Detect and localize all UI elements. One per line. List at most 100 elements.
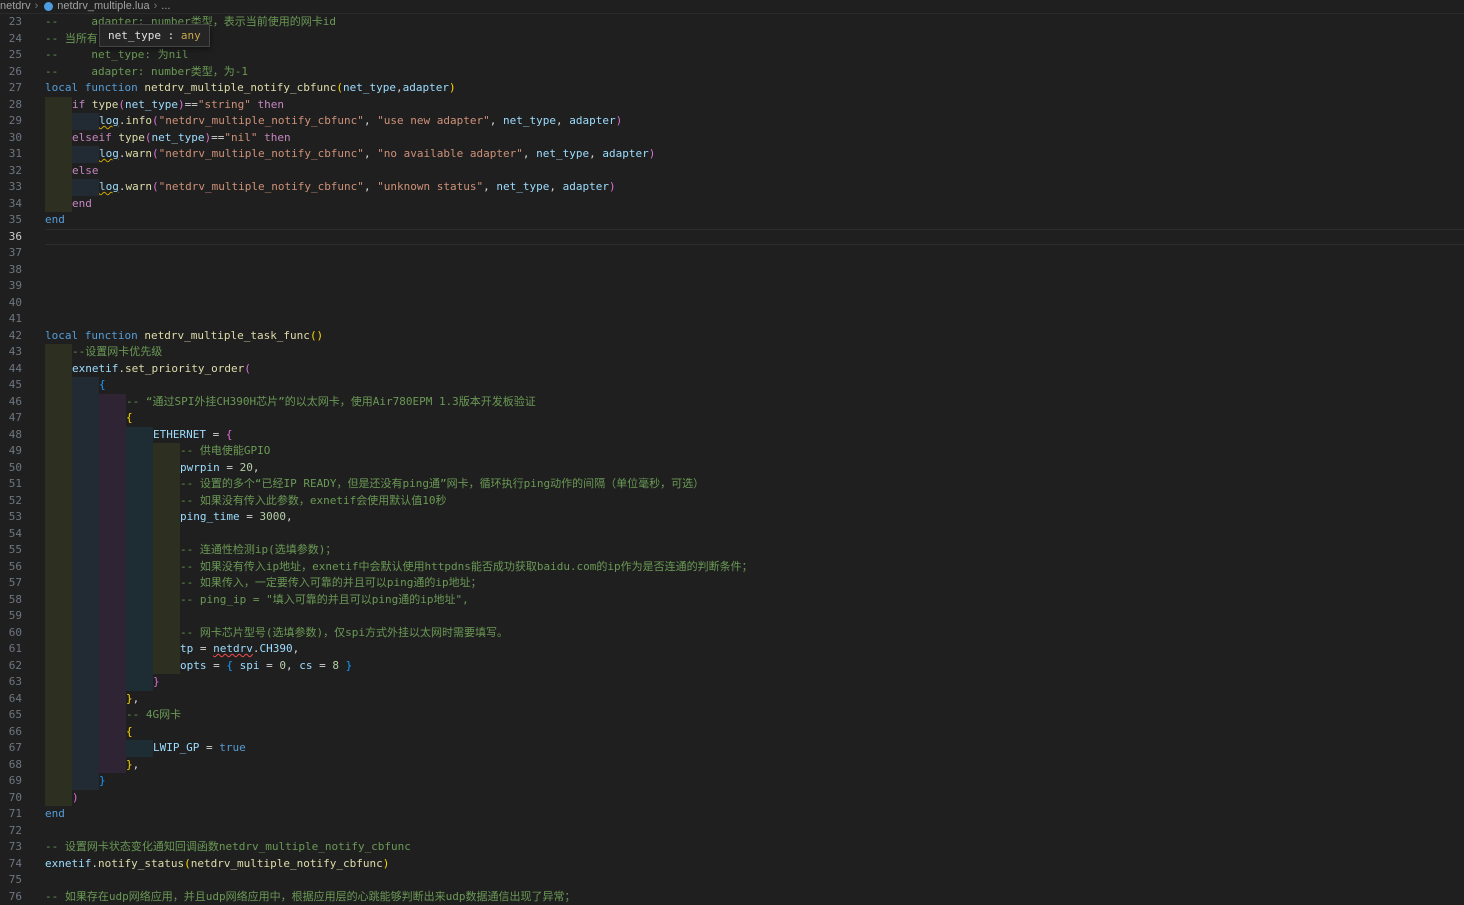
code-line[interactable]: 62opts = { spi = 0, cs = 8 }: [0, 658, 1464, 675]
indent-guide: [45, 575, 72, 592]
line-number: 70: [0, 790, 22, 807]
code-token: .: [119, 114, 126, 127]
indent-guide: [126, 658, 153, 675]
line-number: 57: [0, 575, 22, 592]
code-line[interactable]: 25-- net_type: 为nil: [0, 47, 1464, 64]
code-line[interactable]: 64},: [0, 691, 1464, 708]
code-token: -- 当所有: [45, 32, 98, 45]
code-line[interactable]: 46-- “通过SPI外挂CH390H芯片”的以太网卡，使用Air780EPM …: [0, 394, 1464, 411]
code-line[interactable]: 44exnetif.set_priority_order(: [0, 361, 1464, 378]
indent-guide: [99, 658, 126, 675]
code-text: ping_time = 3000,: [180, 509, 293, 526]
line-number: 48: [0, 427, 22, 444]
indent-guide: [72, 427, 99, 444]
indent-guide: [72, 575, 99, 592]
code-text: -- 当所有: [45, 31, 98, 48]
line-number: 41: [0, 311, 22, 328]
code-line[interactable]: 55-- 连通性检测ip(选填参数)；: [0, 542, 1464, 559]
indent-guide: [45, 691, 72, 708]
code-line[interactable]: 60-- 网卡芯片型号(选填参数)，仅spi方式外挂以太网时需要填写。: [0, 625, 1464, 642]
code-line[interactable]: 24 -- 当所有: [0, 31, 1464, 48]
code-line[interactable]: 48ETHERNET = {: [0, 427, 1464, 444]
code-line[interactable]: 50pwrpin = 20,: [0, 460, 1464, 477]
code-line[interactable]: 53ping_time = 3000,: [0, 509, 1464, 526]
code-line[interactable]: 54: [0, 526, 1464, 543]
code-line[interactable]: 38: [0, 262, 1464, 279]
code-line[interactable]: 31log.warn("netdrv_multiple_notify_cbfun…: [0, 146, 1464, 163]
line-number: 44: [0, 361, 22, 378]
indent-guide: [99, 707, 126, 724]
breadcrumb-folder[interactable]: netdrv: [0, 0, 31, 12]
code-token: -- ping_ip = "填入可靠的并且可以ping通的ip地址",: [180, 593, 469, 606]
indent-guide: [99, 724, 126, 741]
code-line[interactable]: 32else: [0, 163, 1464, 180]
code-line[interactable]: 56-- 如果没有传入ip地址，exnetif中会默认使用httpdns能否成功…: [0, 559, 1464, 576]
code-line[interactable]: 37: [0, 245, 1464, 262]
code-line[interactable]: 63}: [0, 674, 1464, 691]
code-line[interactable]: 30elseif type(net_type)=="nil" then: [0, 130, 1464, 147]
code-line[interactable]: 66{: [0, 724, 1464, 741]
indent-guide: [72, 641, 99, 658]
code-token: end: [45, 807, 65, 820]
code-line[interactable]: 74exnetif.notify_status(netdrv_multiple_…: [0, 856, 1464, 873]
indent-guide: [45, 757, 72, 774]
code-line[interactable]: 58-- ping_ip = "填入可靠的并且可以ping通的ip地址",: [0, 592, 1464, 609]
code-line[interactable]: 34end: [0, 196, 1464, 213]
indent-guide: [45, 707, 72, 724]
indent-guide: [126, 542, 153, 559]
breadcrumb-more[interactable]: ...: [161, 0, 170, 12]
line-number: 35: [0, 212, 22, 229]
line-number: 23: [0, 14, 22, 31]
code-line[interactable]: 73-- 设置网卡状态变化通知回调函数netdrv_multiple_notif…: [0, 839, 1464, 856]
code-line[interactable]: 67LWIP_GP = true: [0, 740, 1464, 757]
code-line[interactable]: 69}: [0, 773, 1464, 790]
code-token: {: [226, 428, 233, 441]
code-line[interactable]: 27local function netdrv_multiple_notify_…: [0, 80, 1464, 97]
indent-guide: [72, 476, 99, 493]
code-token: ): [449, 81, 456, 94]
code-line[interactable]: 59: [0, 608, 1464, 625]
code-line[interactable]: 42local function netdrv_multiple_task_fu…: [0, 328, 1464, 345]
code-line[interactable]: 70): [0, 790, 1464, 807]
code-line[interactable]: 71end: [0, 806, 1464, 823]
breadcrumb-file[interactable]: netdrv_multiple.lua: [57, 0, 149, 12]
code-line[interactable]: 68},: [0, 757, 1464, 774]
code-line[interactable]: 61tp = netdrv.CH390,: [0, 641, 1464, 658]
indent-guide: [72, 443, 99, 460]
code-line[interactable]: 47{: [0, 410, 1464, 427]
code-line[interactable]: 43--设置网卡优先级: [0, 344, 1464, 361]
code-token: ,: [589, 147, 602, 160]
indent-guide: [126, 592, 153, 609]
code-line[interactable]: 40: [0, 295, 1464, 312]
code-line[interactable]: 65-- 4G网卡: [0, 707, 1464, 724]
line-number: 29: [0, 113, 22, 130]
code-line[interactable]: 76-- 如果存在udp网络应用，并且udp网络应用中，根据应用层的心跳能够判断…: [0, 889, 1464, 905]
line-number: 47: [0, 410, 22, 427]
code-text: if type(net_type)=="string" then: [72, 97, 284, 114]
code-line[interactable]: 51-- 设置的多个“已经IP READY，但是还没有ping通”网卡，循环执行…: [0, 476, 1464, 493]
code-token: .: [119, 147, 126, 160]
code-line[interactable]: 26-- adapter: number类型，为-1: [0, 64, 1464, 81]
code-line[interactable]: 29log.info("netdrv_multiple_notify_cbfun…: [0, 113, 1464, 130]
code-line[interactable]: 28if type(net_type)=="string" then: [0, 97, 1464, 114]
line-number: 24: [0, 31, 22, 48]
code-line[interactable]: 75: [0, 872, 1464, 889]
code-token: (): [310, 329, 323, 342]
code-line[interactable]: 45{: [0, 377, 1464, 394]
code-line[interactable]: 57-- 如果传入，一定要传入可靠的并且可以ping通的ip地址；: [0, 575, 1464, 592]
code-line[interactable]: 39: [0, 278, 1464, 295]
code-text: -- 设置网卡状态变化通知回调函数netdrv_multiple_notify_…: [45, 839, 411, 856]
code-line[interactable]: 49-- 供电使能GPIO: [0, 443, 1464, 460]
code-line[interactable]: 36: [0, 229, 1464, 246]
indent-guide: [153, 509, 180, 526]
code-line[interactable]: 72: [0, 823, 1464, 840]
code-line[interactable]: 23-- adapter: number类型，表示当前使用的网卡id: [0, 14, 1464, 31]
code-line[interactable]: 35end: [0, 212, 1464, 229]
code-line[interactable]: 41: [0, 311, 1464, 328]
code-text: -- 连通性检测ip(选填参数)；: [180, 542, 336, 559]
code-line[interactable]: 33log.warn("netdrv_multiple_notify_cbfun…: [0, 179, 1464, 196]
line-number: 74: [0, 856, 22, 873]
code-line[interactable]: 52-- 如果没有传入此参数，exnetif会使用默认值10秒: [0, 493, 1464, 510]
code-editor[interactable]: 23-- adapter: number类型，表示当前使用的网卡id24 -- 当…: [0, 14, 1464, 904]
code-text: -- “通过SPI外挂CH390H芯片”的以太网卡，使用Air780EPM 1.…: [126, 394, 536, 411]
